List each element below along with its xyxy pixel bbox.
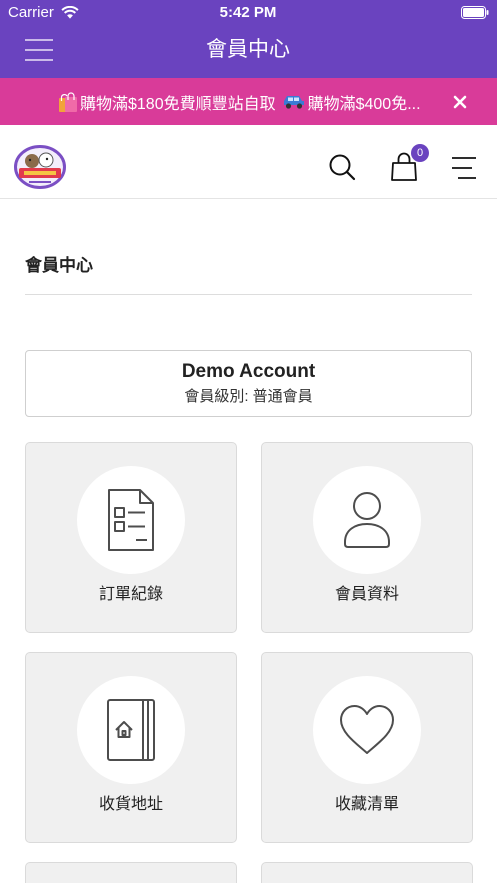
address-book-icon xyxy=(106,698,156,762)
promo-item: 購物滿$400免... xyxy=(282,90,421,114)
shopping-bags-icon xyxy=(58,91,78,113)
app-screen: Carrier 5:42 PM 會員中心 購物滿$180免費順豐站自取 購物滿$… xyxy=(0,0,497,883)
promo-banner: 購物滿$180免費順豐站自取 購物滿$400免... xyxy=(0,78,497,125)
menu-card-label: 會員資料 xyxy=(334,586,399,603)
order-list-icon xyxy=(107,488,155,552)
menu-card-label: 收藏清單 xyxy=(334,796,399,813)
page-title: 會員中心 xyxy=(25,256,93,275)
account-level: 會員級別: 普通會員 xyxy=(184,388,313,405)
status-time: 5:42 PM xyxy=(219,4,277,21)
close-icon[interactable] xyxy=(453,95,467,109)
promo-item-text: 購物滿$180免費順豐站自取 xyxy=(80,95,276,113)
account-name: Demo Account xyxy=(181,361,316,382)
menu-card-partial[interactable] xyxy=(261,862,473,883)
menu-icon[interactable] xyxy=(450,156,478,180)
search-icon[interactable] xyxy=(328,153,356,181)
wifi-icon xyxy=(61,6,79,19)
nav-title: 會員中心 xyxy=(206,38,290,61)
store-header: 0 xyxy=(0,125,497,199)
menu-card-label: 收貨地址 xyxy=(98,796,163,813)
icon-circle xyxy=(77,466,185,574)
menu-card-partial[interactable] xyxy=(25,862,237,883)
menu-card-address[interactable]: 收貨地址 xyxy=(25,652,237,843)
account-summary: Demo Account 會員級別: 普通會員 xyxy=(25,350,472,417)
car-icon xyxy=(282,93,306,111)
icon-circle xyxy=(77,676,185,784)
menu-card-orders[interactable]: 訂單紀錄 xyxy=(25,442,237,633)
status-bar: Carrier 5:42 PM xyxy=(0,0,497,26)
promo-item: 購物滿$180免費順豐站自取 xyxy=(58,90,276,114)
menu-card-wishlist[interactable]: 收藏清單 xyxy=(261,652,473,843)
top-bar: Carrier 5:42 PM 會員中心 xyxy=(0,0,497,78)
icon-circle xyxy=(313,466,421,574)
heart-icon xyxy=(337,703,397,757)
menu-card-profile[interactable]: 會員資料 xyxy=(261,442,473,633)
carrier-label: Carrier xyxy=(8,4,54,21)
user-profile-icon xyxy=(341,491,393,549)
store-logo[interactable] xyxy=(14,145,66,189)
divider xyxy=(25,294,472,295)
hamburger-menu-icon[interactable] xyxy=(24,38,54,62)
promo-message: 購物滿$180免費順豐站自取 購物滿$400免... xyxy=(58,78,440,125)
icon-circle xyxy=(313,676,421,784)
cart-count-badge: 0 xyxy=(411,144,429,162)
menu-card-label: 訂單紀錄 xyxy=(98,586,163,603)
battery-icon xyxy=(461,6,489,19)
promo-item-text: 購物滿$400免... xyxy=(307,95,421,113)
